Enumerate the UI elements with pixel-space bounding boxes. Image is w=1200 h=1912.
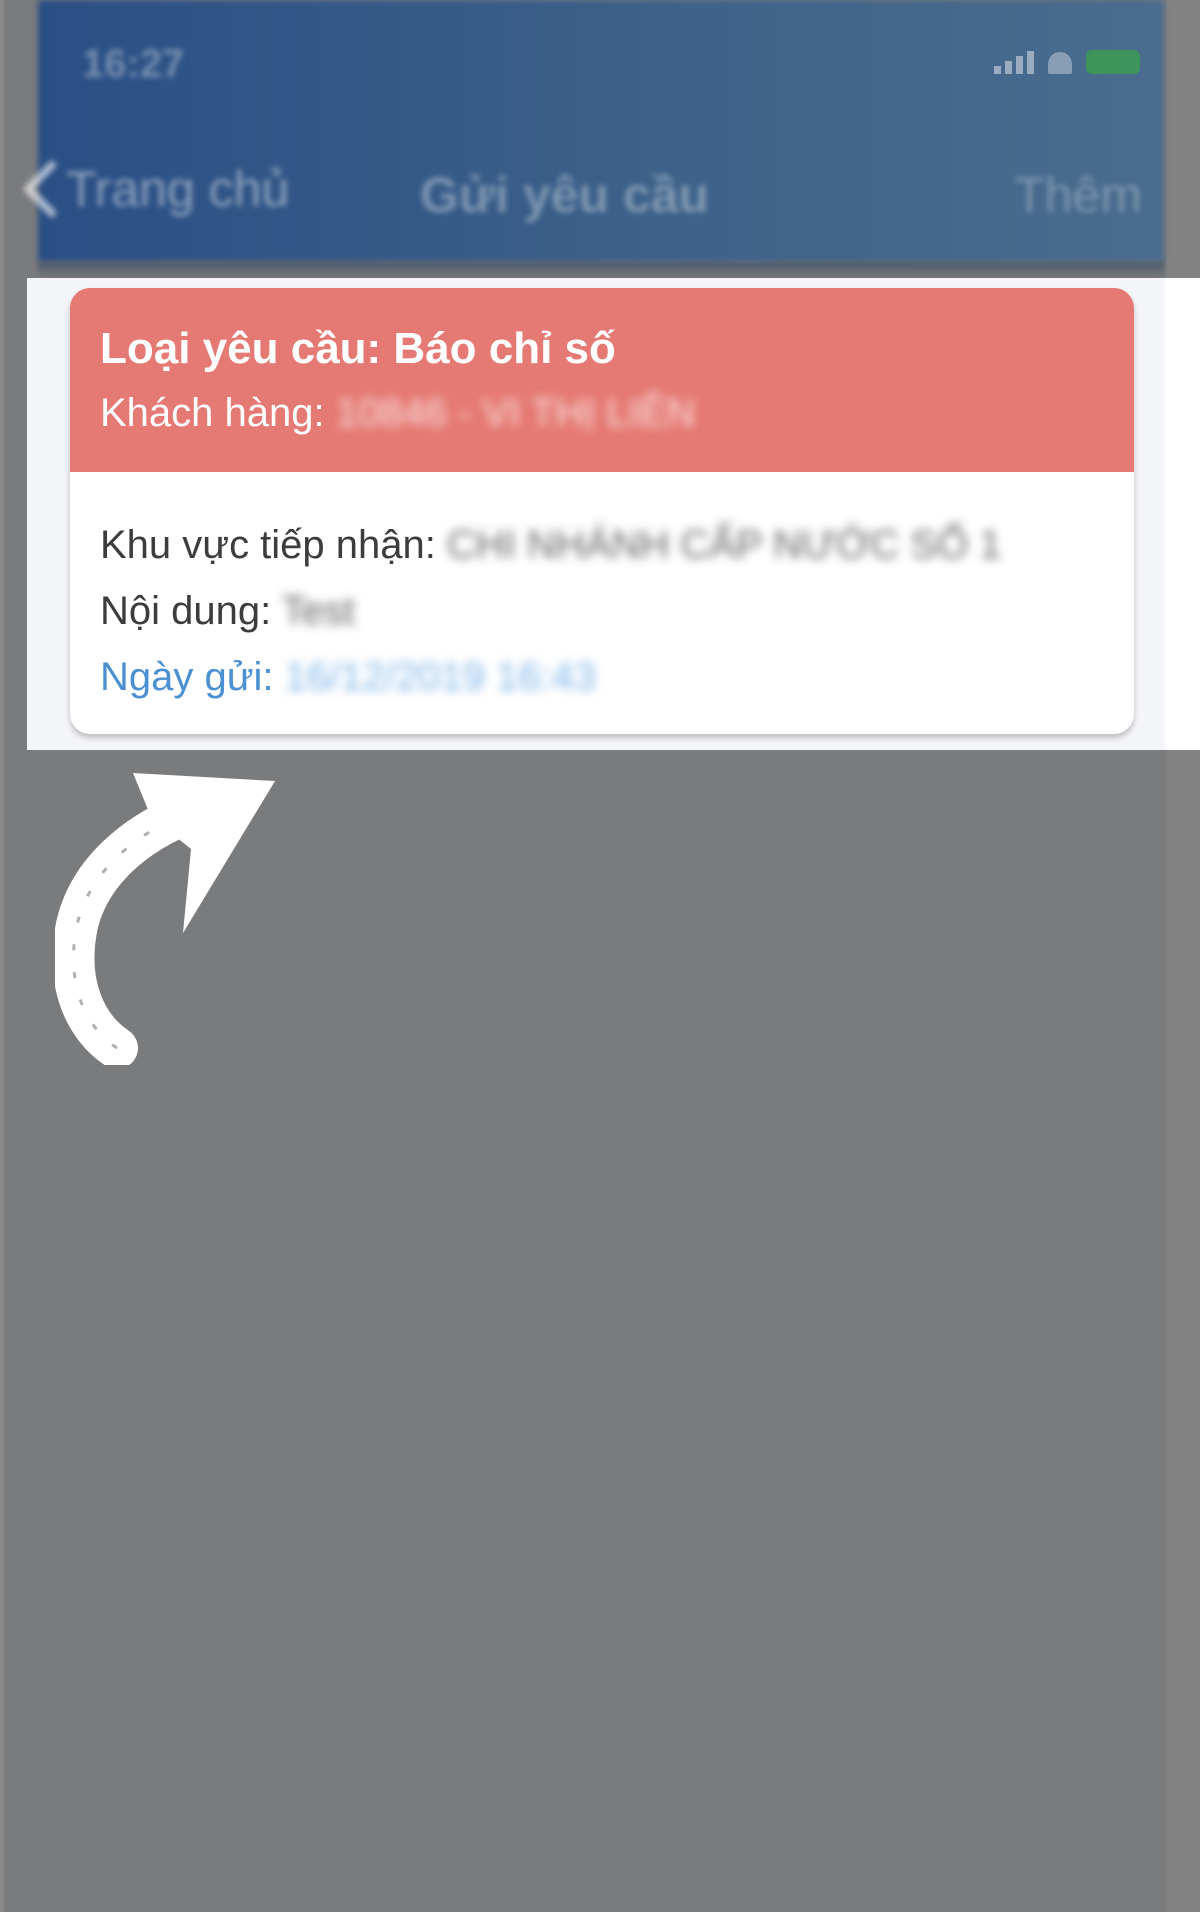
content-value: Test (281, 589, 355, 633)
back-button[interactable]: Trang chủ (22, 160, 289, 218)
card-body: Khu vực tiếp nhận: CHI NHÁNH CẤP NƯỚC SỐ… (70, 472, 1134, 710)
highlighted-region: Loại yêu cầu: Báo chỉ số Khách hàng: 108… (27, 278, 1200, 750)
card-header: Loại yêu cầu: Báo chỉ số Khách hàng: 108… (70, 288, 1134, 472)
date-label: Ngày gửi: (100, 655, 274, 699)
page-title: Gửi yêu cầu (420, 167, 710, 223)
arrow-up-right-icon (55, 773, 275, 1065)
request-card[interactable]: Loại yêu cầu: Báo chỉ số Khách hàng: 108… (70, 288, 1134, 734)
overlay-edge-left (0, 0, 4, 1912)
date-value: 16/12/2019 16:43 (284, 655, 597, 699)
area-value: CHI NHÁNH CẤP NƯỚC SỐ 1 (447, 523, 1002, 567)
area-label: Khu vực tiếp nhận: (100, 523, 436, 567)
customer-label: Khách hàng: (100, 391, 325, 435)
content-row: Nội dung: Test (100, 578, 1104, 644)
status-icons (994, 50, 1140, 74)
date-row: Ngày gửi: 16/12/2019 16:43 (100, 644, 1104, 710)
customer-row: Khách hàng: 10846 - VI THỊ LIÊN (100, 388, 1104, 438)
navbar-shadow (38, 262, 1164, 278)
chevron-left-icon (24, 161, 56, 217)
request-type: Loại yêu cầu: Báo chỉ số (100, 324, 616, 373)
wifi-icon (1048, 52, 1072, 74)
status-time: 16:27 (82, 42, 185, 86)
customer-value: 10846 - VI THỊ LIÊN (335, 391, 696, 435)
content-label: Nội dung: (100, 589, 272, 633)
signal-icon (994, 51, 1034, 74)
area-row: Khu vực tiếp nhận: CHI NHÁNH CẤP NƯỚC SỐ… (100, 512, 1104, 578)
back-label: Trang chủ (66, 161, 290, 217)
more-button[interactable]: Thêm (1014, 166, 1142, 224)
battery-icon (1086, 50, 1140, 74)
